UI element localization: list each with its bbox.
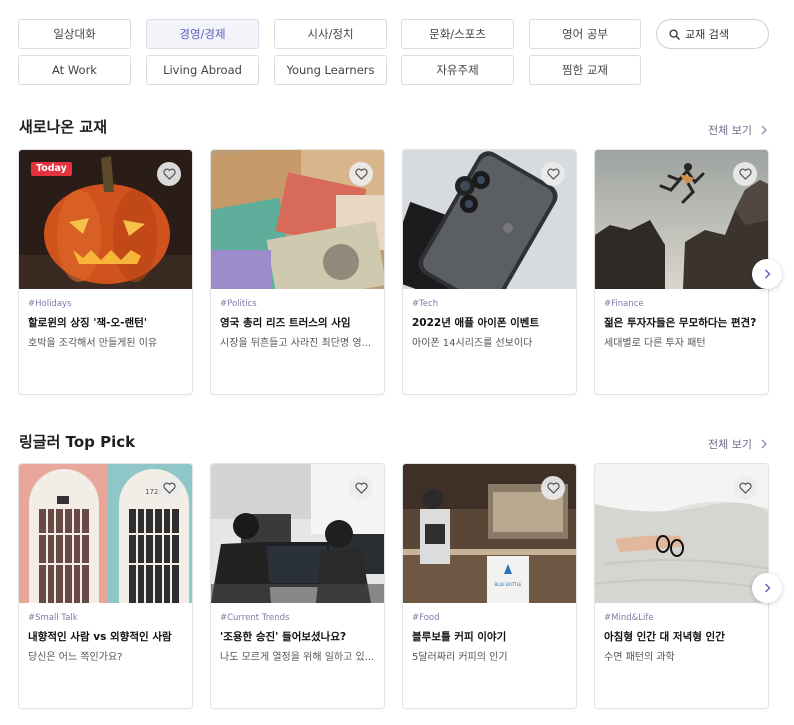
section-title-top-pick: 링글러 Top Pick bbox=[19, 433, 136, 451]
heart-icon[interactable] bbox=[733, 162, 757, 186]
card-tag: #Small Talk bbox=[28, 613, 78, 623]
card-tag: #Food bbox=[412, 613, 440, 623]
card-subtitle: 세대별로 다른 투자 패턴 bbox=[604, 338, 706, 349]
card-subtitle: 수면 패턴의 과학 bbox=[604, 652, 675, 663]
card-subtitle: 시장을 뒤흔들고 사라진 최단명 영... bbox=[220, 338, 372, 349]
view-all-link-new[interactable]: 전체 보기 bbox=[708, 122, 767, 138]
card-title: 2022년 애플 아이폰 이벤트 bbox=[412, 317, 540, 329]
carousel-next-button-new[interactable] bbox=[752, 259, 782, 289]
card-title: 영국 총리 리즈 트러스의 사임 bbox=[220, 317, 351, 329]
heart-icon[interactable] bbox=[349, 476, 373, 500]
category-english-study[interactable]: 영어 공부 bbox=[529, 19, 641, 49]
section-title-new: 새로나온 교재 bbox=[19, 118, 108, 136]
chevron-right-icon bbox=[764, 269, 770, 279]
heart-icon[interactable] bbox=[733, 476, 757, 500]
today-badge: Today bbox=[31, 162, 72, 176]
category-saved-materials[interactable]: 찜한 교재 bbox=[529, 55, 641, 85]
view-all-label: 전체 보기 bbox=[708, 438, 752, 451]
heart-icon[interactable] bbox=[541, 162, 565, 186]
card-title: '조용한 승진' 들어보셨나요? bbox=[220, 631, 347, 643]
card-tag: #Tech bbox=[412, 299, 439, 309]
heart-icon[interactable] bbox=[541, 476, 565, 500]
card-subtitle: 당신은 어느 쪽인가요? bbox=[28, 652, 123, 663]
card-tag: #Current Trends bbox=[220, 613, 290, 623]
card-subtitle: 5달러짜리 커피의 인기 bbox=[412, 652, 508, 663]
material-card[interactable]: 1725 #Small Talk 내향적인 사람 vs 외향적인 사람 당신은 … bbox=[18, 463, 193, 709]
category-current-politics[interactable]: 시사/정치 bbox=[274, 19, 387, 49]
card-subtitle: 나도 모르게 열정을 위해 일하고 있... bbox=[220, 652, 375, 663]
material-card[interactable]: BLUE BOTTLE #Food 블루보틀 커피 이야기 5달러짜리 커피의 … bbox=[402, 463, 577, 709]
material-card[interactable]: #Finance 젊은 투자자들은 무모하다는 편견? 세대별로 다른 투자 패… bbox=[594, 149, 769, 395]
material-card[interactable]: #Current Trends '조용한 승진' 들어보셨나요? 나도 모르게 … bbox=[210, 463, 385, 709]
cup-text: BLUE BOTTLE bbox=[495, 582, 522, 587]
card-title: 아침형 인간 대 저녁형 인간 bbox=[604, 631, 725, 643]
heart-icon[interactable] bbox=[157, 476, 181, 500]
chevron-right-icon bbox=[764, 583, 770, 593]
chevron-right-icon bbox=[761, 125, 767, 135]
heart-icon[interactable] bbox=[157, 162, 181, 186]
material-card[interactable]: #Mind&Life 아침형 인간 대 저녁형 인간 수면 패턴의 과학 bbox=[594, 463, 769, 709]
card-title: 블루보틀 커피 이야기 bbox=[412, 631, 507, 643]
card-title: 할로윈의 상징 '잭-오-랜턴' bbox=[28, 317, 148, 329]
material-card[interactable]: Today #Holidays 할로윈의 상징 '잭-오-랜턴' 호박을 조각해… bbox=[18, 149, 193, 395]
category-at-work[interactable]: At Work bbox=[18, 55, 131, 85]
heart-icon[interactable] bbox=[349, 162, 373, 186]
search-input[interactable] bbox=[685, 27, 760, 41]
card-subtitle: 호박을 조각해서 만들게된 이유 bbox=[28, 338, 158, 349]
search-input-box[interactable] bbox=[656, 19, 769, 49]
material-card[interactable]: #Tech 2022년 애플 아이폰 이벤트 아이폰 14시리즈를 선보이다 bbox=[402, 149, 577, 395]
view-all-link-top-pick[interactable]: 전체 보기 bbox=[708, 436, 767, 452]
material-card[interactable]: #Politics 영국 총리 리즈 트러스의 사임 시장을 뒤흔들고 사라진 … bbox=[210, 149, 385, 395]
chevron-right-icon bbox=[761, 439, 767, 449]
category-young-learners[interactable]: Young Learners bbox=[274, 55, 387, 85]
category-daily-talk[interactable]: 일상대화 bbox=[18, 19, 131, 49]
card-tag: #Finance bbox=[604, 299, 644, 309]
carousel-next-button-top-pick[interactable] bbox=[752, 573, 782, 603]
card-title: 내향적인 사람 vs 외향적인 사람 bbox=[28, 631, 172, 643]
category-business-economy[interactable]: 경영/경제 bbox=[146, 19, 259, 49]
search-icon bbox=[669, 28, 680, 40]
category-free-topic[interactable]: 자유주제 bbox=[401, 55, 514, 85]
card-tag: #Holidays bbox=[28, 299, 72, 309]
card-tag: #Mind&Life bbox=[604, 613, 654, 623]
view-all-label: 전체 보기 bbox=[708, 124, 752, 137]
category-living-abroad[interactable]: Living Abroad bbox=[146, 55, 259, 85]
card-tag: #Politics bbox=[220, 299, 257, 309]
card-title: 젊은 투자자들은 무모하다는 편견? bbox=[604, 317, 757, 329]
card-subtitle: 아이폰 14시리즈를 선보이다 bbox=[412, 338, 533, 349]
category-culture-sports[interactable]: 문화/스포츠 bbox=[401, 19, 514, 49]
